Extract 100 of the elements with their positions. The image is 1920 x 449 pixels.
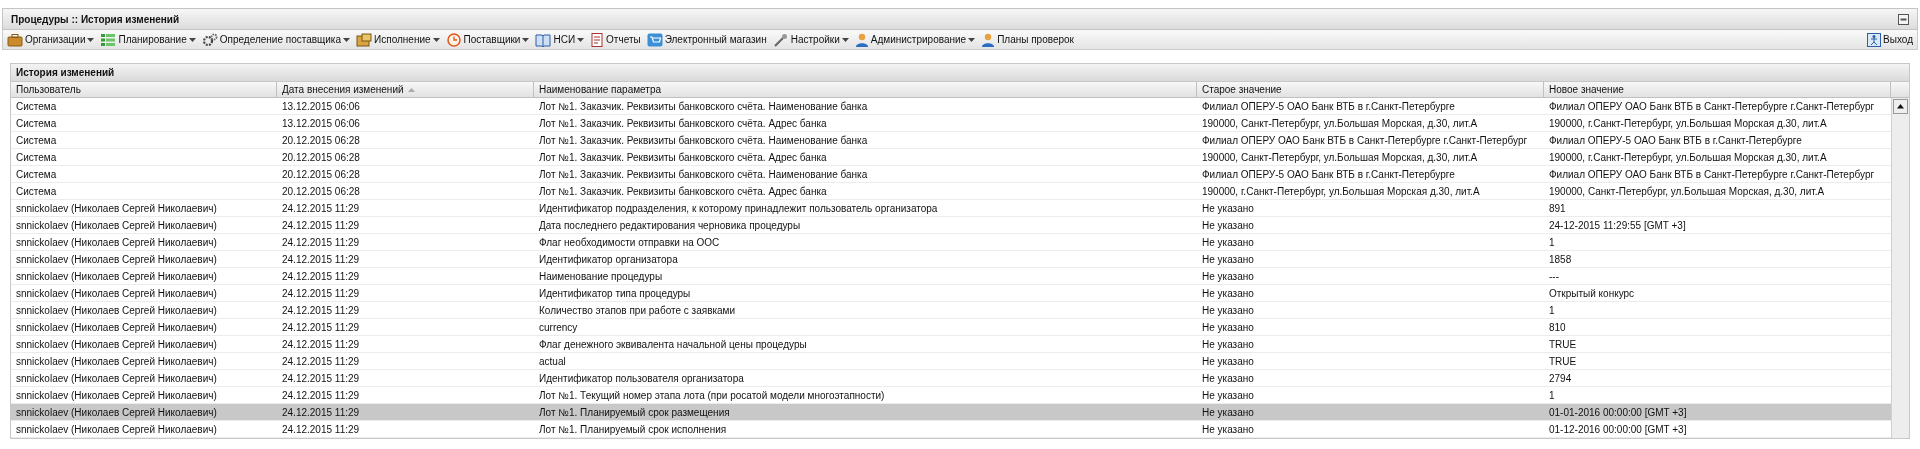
person-icon — [981, 32, 996, 47]
menu-button[interactable]: Исполнение — [354, 30, 442, 49]
table-cell: Не указано — [1197, 268, 1544, 285]
table-cell: Лот №1. Заказчик. Реквизиты банковского счёта. Наименование банка — [534, 166, 1197, 183]
exit-button[interactable]: Выход — [1865, 30, 1915, 49]
table-cell: 190000, г.Санкт-Петербург, ул.Большая Морская д.30, лит.А — [1197, 183, 1544, 200]
scroll-up-icon[interactable] — [1893, 99, 1908, 114]
menu-button[interactable]: Отчеты — [588, 30, 643, 49]
table-cell: Филиал ОПЕРУ-5 ОАО Банк ВТБ в г.Санкт-Петербурге — [1544, 132, 1891, 149]
table-cell: snnickolaev (Николаев Сергей Николаевич) — [11, 251, 277, 268]
table-cell: Не указано — [1197, 285, 1544, 302]
table-cell: 24.12.2015 11:29 — [277, 302, 534, 319]
menu-button[interactable]: Планы проверок — [979, 30, 1076, 49]
table-cell: 24.12.2015 11:29 — [277, 404, 534, 421]
table-cell: Система — [11, 183, 277, 200]
table-cell: snnickolaev (Николаев Сергей Николаевич) — [11, 285, 277, 302]
table-cell: 24.12.2015 11:29 — [277, 200, 534, 217]
table-cell: Не указано — [1197, 251, 1544, 268]
table-cell: actual — [534, 353, 1197, 370]
table-cell: 2794 — [1544, 370, 1891, 387]
table-cell: 24.12.2015 11:29 — [277, 234, 534, 251]
table-cell: 1858 — [1544, 251, 1891, 268]
menu-button[interactable]: Определение поставщика — [199, 30, 353, 49]
menu-button[interactable]: Поставщики — [443, 30, 532, 49]
table-cell: TRUE — [1544, 336, 1891, 353]
exit-icon — [1867, 32, 1882, 47]
list-icon — [100, 32, 117, 47]
table-cell: Не указано — [1197, 217, 1544, 234]
menu-button[interactable]: Настройки — [770, 30, 851, 49]
table-cell: 20.12.2015 06:28 — [277, 183, 534, 200]
table-cell: 24.12.2015 11:29 — [277, 353, 534, 370]
table-cell: Система — [11, 115, 277, 132]
table-cell: 24.12.2015 11:29 — [277, 251, 534, 268]
table-cell: Идентификатор организатора — [534, 251, 1197, 268]
menu-button[interactable]: Организации — [5, 30, 97, 49]
caret-icon — [968, 37, 976, 42]
table-cell: Не указано — [1197, 336, 1544, 353]
table-cell: Дата последнего редактирования черновика процедуры — [534, 217, 1197, 234]
table-cell: --- — [1544, 268, 1891, 285]
table-cell: Идентификатор пользователя организатора — [534, 370, 1197, 387]
caret-icon — [87, 37, 95, 42]
column-header[interactable]: Пользователь — [11, 82, 277, 98]
table-cell: snnickolaev (Николаев Сергей Николаевич) — [11, 421, 277, 438]
menu-button[interactable]: НСИ — [533, 30, 587, 49]
table-cell: snnickolaev (Николаев Сергей Николаевич) — [11, 234, 277, 251]
table-cell: Не указано — [1197, 353, 1544, 370]
caret-icon — [432, 37, 440, 42]
table-cell: 190000, г.Санкт-Петербург, ул.Большая Морская д.30, лит.А — [1544, 149, 1891, 166]
table-cell: snnickolaev (Николаев Сергей Николаевич) — [11, 268, 277, 285]
table-cell: 190000, Санкт-Петербург, ул.Большая Морская, д.30, лит.А — [1197, 115, 1544, 132]
table-cell: Не указано — [1197, 404, 1544, 421]
column-header[interactable]: Старое значение — [1197, 82, 1544, 98]
table-cell: Система — [11, 132, 277, 149]
table-cell: Лот №1. Заказчик. Реквизиты банковского счёта. Адрес банка — [534, 115, 1197, 132]
column-header[interactable]: Новое значение — [1544, 82, 1891, 98]
table-cell: 01-01-2016 00:00:00 [GMT +3] — [1544, 404, 1891, 421]
briefcase-icon — [7, 32, 23, 47]
table-cell: 24.12.2015 11:29 — [277, 285, 534, 302]
menu-button[interactable]: Администрирование — [852, 30, 978, 49]
table-cell: Количество этапов при работе с заявками — [534, 302, 1197, 319]
table-cell: snnickolaev (Николаев Сергей Николаевич) — [11, 370, 277, 387]
table-cell: Филиал ОПЕРУ ОАО Банк ВТБ в Санкт-Петербурге г.Санкт-Петербург — [1544, 98, 1891, 115]
scrollbar[interactable] — [1891, 98, 1909, 438]
table-cell: Флаг денежного эквивалента начальной цены процедуры — [534, 336, 1197, 353]
menu-button[interactable]: Электронный магазин — [644, 30, 769, 49]
table-cell: 190000, Санкт-Петербург, ул.Большая Морская, д.30, лит.А — [1544, 183, 1891, 200]
table-cell: Не указано — [1197, 200, 1544, 217]
table-cell: snnickolaev (Николаев Сергей Николаевич) — [11, 404, 277, 421]
table-cell: Не указано — [1197, 234, 1544, 251]
column-header[interactable]: Дата внесения изменений — [277, 82, 534, 98]
caret-icon — [577, 37, 585, 42]
table-cell: Лот №1. Планируемый срок размещения — [534, 404, 1197, 421]
table-cell: 190000, Санкт-Петербург, ул.Большая Морская, д.30, лит.А — [1197, 149, 1544, 166]
table-cell: Лот №1. Планируемый срок исполнения — [534, 421, 1197, 438]
table-cell: snnickolaev (Николаев Сергей Николаевич) — [11, 319, 277, 336]
table-cell: currency — [534, 319, 1197, 336]
table-cell: 1 — [1544, 234, 1891, 251]
table-cell: Не указано — [1197, 302, 1544, 319]
table-cell: Лот №1. Заказчик. Реквизиты банковского счёта. Наименование банка — [534, 98, 1197, 115]
caret-icon — [841, 37, 849, 42]
collapse-icon[interactable] — [1898, 13, 1909, 25]
column-header[interactable]: Наименование параметра — [534, 82, 1197, 98]
table-cell: 24.12.2015 11:29 — [277, 217, 534, 234]
table-cell: 1 — [1544, 302, 1891, 319]
table-cell: 01-12-2016 00:00:00 [GMT +3] — [1544, 421, 1891, 438]
table-cell: Не указано — [1197, 370, 1544, 387]
table-cell: Открытый конкурс — [1544, 285, 1891, 302]
table-cell: 13.12.2015 06:06 — [277, 98, 534, 115]
table-cell: Не указано — [1197, 319, 1544, 336]
table-cell: Филиал ОПЕРУ ОАО Банк ВТБ в Санкт-Петербурге г.Санкт-Петербург — [1197, 132, 1544, 149]
window-title: Процедуры :: История изменений — [11, 13, 180, 25]
cart-icon — [646, 32, 663, 47]
table-cell: 24.12.2015 11:29 — [277, 421, 534, 438]
clock-icon — [445, 32, 462, 47]
table-cell: Система — [11, 98, 277, 115]
table-cell: Идентификатор подразделения, к которому принадлежит пользователь организатора — [534, 200, 1197, 217]
table-cell: 20.12.2015 06:28 — [277, 166, 534, 183]
menu-button[interactable]: Планирование — [98, 30, 198, 49]
table-cell: TRUE — [1544, 353, 1891, 370]
table-cell: Филиал ОПЕРУ-5 ОАО Банк ВТБ в г.Санкт-Петербурге — [1197, 98, 1544, 115]
